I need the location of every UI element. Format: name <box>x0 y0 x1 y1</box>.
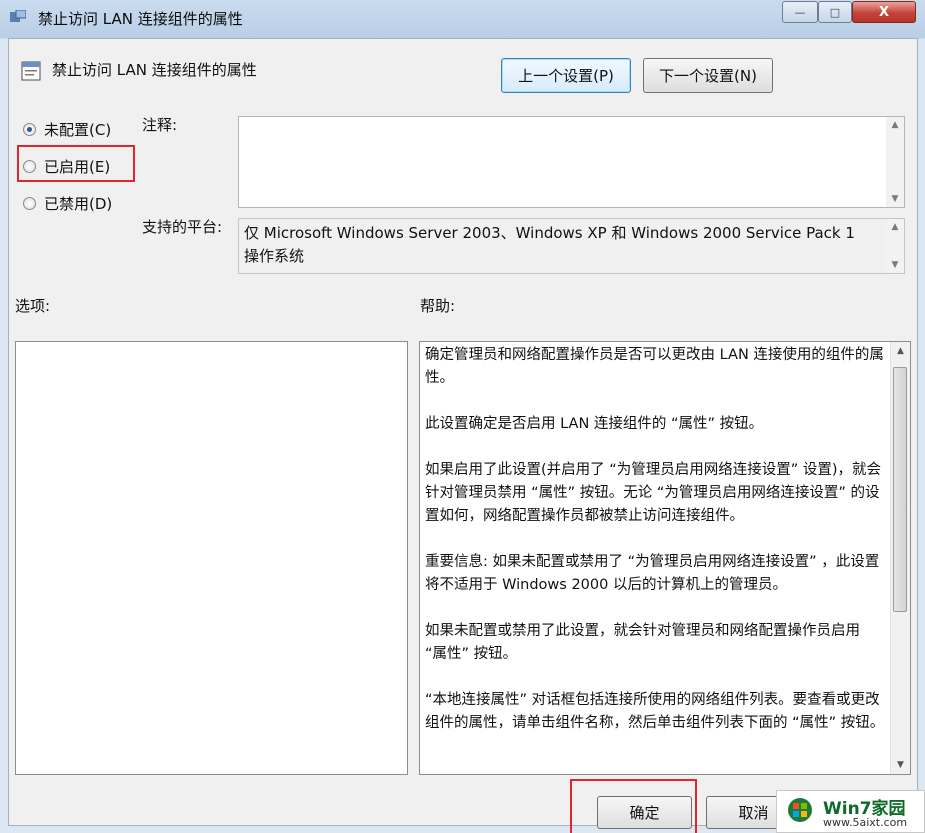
dialog-window: 禁止访问 LAN 连接组件的属性 — □ X 禁止访问 LAN 连接组件的属性 … <box>0 0 925 833</box>
policy-title: 禁止访问 LAN 连接组件的属性 <box>52 61 257 79</box>
scroll-down-icon[interactable]: ▼ <box>886 257 904 273</box>
help-text: 确定管理员和网络配置操作员是否可以更改由 LAN 连接使用的组件的属性。 此设置… <box>425 344 885 758</box>
title-bar[interactable]: 禁止访问 LAN 连接组件的属性 — □ X <box>0 0 925 36</box>
scroll-down-icon[interactable]: ▼ <box>886 191 904 207</box>
highlight-box-enabled <box>17 145 135 182</box>
next-setting-button[interactable]: 下一个设置(N) <box>643 58 773 93</box>
help-paragraph: 重要信息: 如果未配置或禁用了 “为管理员启用网络连接设置” ，此设置将不适用于… <box>425 554 880 593</box>
help-label: 帮助: <box>420 297 456 315</box>
help-paragraph: 如果启用了此设置(并启用了 “为管理员启用网络连接设置” 设置)，就会针对管理员… <box>425 462 882 524</box>
close-button[interactable]: X <box>852 1 916 23</box>
radio-dot-icon <box>23 123 36 136</box>
platform-label: 支持的平台: <box>142 218 223 236</box>
scroll-up-icon[interactable]: ▲ <box>886 117 904 133</box>
radio-dot-icon <box>23 197 36 210</box>
comment-textarea[interactable]: ▲ ▼ <box>238 116 905 208</box>
dialog-body: 禁止访问 LAN 连接组件的属性 上一个设置(P) 下一个设置(N) 未配置(C… <box>8 38 918 829</box>
minimize-button[interactable]: — <box>782 1 818 23</box>
platform-field: 仅 Microsoft Windows Server 2003、Windows … <box>238 218 905 274</box>
radio-label: 已禁用(D) <box>44 195 113 213</box>
watermark-logo: Win7家园 www.5aixt.com <box>776 790 925 833</box>
windows-flag-icon <box>788 798 812 822</box>
setting-icon <box>21 61 41 81</box>
radio-not-configured[interactable]: 未配置(C) <box>23 119 111 140</box>
radio-label: 未配置(C) <box>44 121 112 139</box>
highlight-box-ok <box>570 779 697 833</box>
policy-app-icon <box>10 10 26 22</box>
help-scrollbar[interactable]: ▲ ▼ <box>890 342 910 774</box>
help-paragraph: 如果未配置或禁用了此设置，就会针对管理员和网络配置操作员启用 “属性” 按钮。 <box>425 623 860 662</box>
window-title: 禁止访问 LAN 连接组件的属性 <box>38 10 243 28</box>
help-paragraph: “本地连接属性” 对话框包括连接所使用的网络组件列表。要查看或更改组件的属性，请… <box>425 692 885 731</box>
scroll-up-icon[interactable]: ▲ <box>886 219 904 235</box>
scroll-down-icon[interactable]: ▼ <box>891 756 910 774</box>
comment-label: 注释: <box>142 116 178 134</box>
maximize-button[interactable]: □ <box>818 1 852 23</box>
scrollbar-thumb[interactable] <box>893 367 907 612</box>
radio-disabled[interactable]: 已禁用(D) <box>23 193 112 214</box>
options-label: 选项: <box>15 297 51 315</box>
comment-scrollbar[interactable]: ▲ ▼ <box>886 117 904 207</box>
previous-setting-button[interactable]: 上一个设置(P) <box>501 58 631 93</box>
help-panel: 确定管理员和网络配置操作员是否可以更改由 LAN 连接使用的组件的属性。 此设置… <box>419 341 911 775</box>
options-panel <box>15 341 408 775</box>
scroll-up-icon[interactable]: ▲ <box>891 342 910 360</box>
platform-text: 仅 Microsoft Windows Server 2003、Windows … <box>244 224 855 265</box>
platform-scrollbar[interactable]: ▲ ▼ <box>886 219 904 273</box>
watermark-site: www.5aixt.com <box>823 816 908 829</box>
help-paragraph: 此设置确定是否启用 LAN 连接组件的 “属性” 按钮。 <box>425 416 764 432</box>
help-paragraph: 确定管理员和网络配置操作员是否可以更改由 LAN 连接使用的组件的属性。 <box>425 347 884 386</box>
